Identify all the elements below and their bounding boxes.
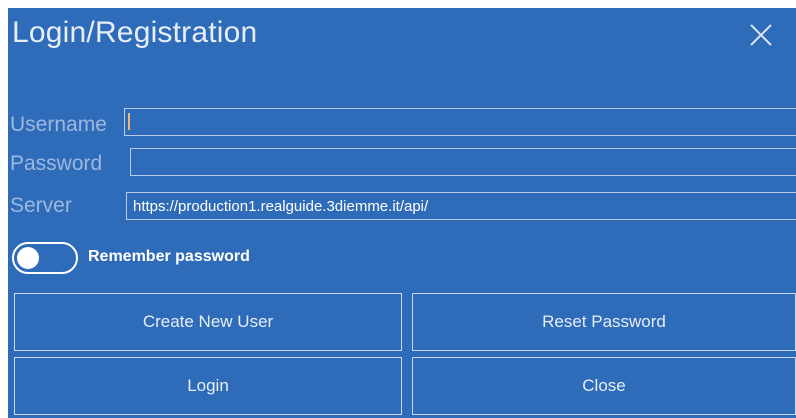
reset-password-button[interactable]: Reset Password xyxy=(412,293,796,351)
close-icon[interactable] xyxy=(746,20,776,50)
username-field[interactable] xyxy=(124,108,796,136)
text-caret xyxy=(128,113,130,130)
close-button[interactable]: Close xyxy=(412,357,796,415)
password-label: Password xyxy=(10,152,103,175)
login-dialog: Login/Registration Username Password Ser… xyxy=(0,0,796,418)
remember-password-label: Remember password xyxy=(88,248,250,265)
password-field[interactable] xyxy=(130,148,796,176)
username-field-wrap xyxy=(124,108,796,136)
username-label: Username xyxy=(10,113,107,136)
server-field[interactable] xyxy=(126,192,796,220)
remember-password-toggle[interactable] xyxy=(12,242,78,274)
dialog-title: Login/Registration xyxy=(12,16,258,49)
create-new-user-button[interactable]: Create New User xyxy=(14,293,402,351)
server-label: Server xyxy=(10,194,72,217)
toggle-knob xyxy=(17,247,39,269)
login-button[interactable]: Login xyxy=(14,357,402,415)
